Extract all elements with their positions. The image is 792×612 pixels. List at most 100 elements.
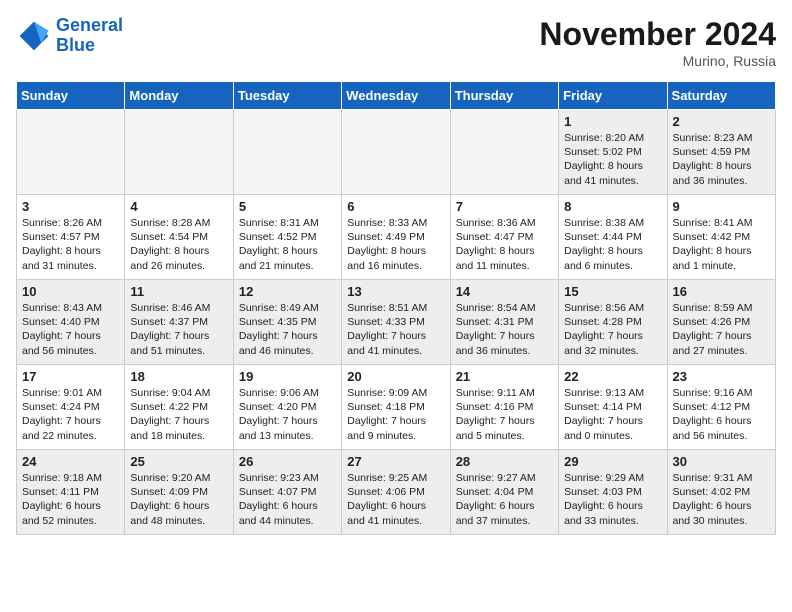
day-number: 2 — [673, 114, 770, 129]
day-number: 3 — [22, 199, 119, 214]
calendar-cell: 9 Sunrise: 8:41 AM Sunset: 4:42 PM Daylig… — [667, 195, 775, 280]
day-info: Sunrise: 8:59 AM Sunset: 4:26 PM Dayligh… — [673, 301, 770, 358]
day-number: 25 — [130, 454, 227, 469]
day-number: 14 — [456, 284, 553, 299]
day-info: Sunrise: 9:20 AM Sunset: 4:09 PM Dayligh… — [130, 471, 227, 528]
calendar-week-4: 17 Sunrise: 9:01 AM Sunset: 4:24 PM Dayli… — [17, 365, 776, 450]
day-info: Sunrise: 9:09 AM Sunset: 4:18 PM Dayligh… — [347, 386, 444, 443]
day-number: 18 — [130, 369, 227, 384]
title-block: November 2024 Murino, Russia — [539, 16, 776, 69]
weekday-header-saturday: Saturday — [667, 82, 775, 110]
day-info: Sunrise: 8:28 AM Sunset: 4:54 PM Dayligh… — [130, 216, 227, 273]
day-number: 13 — [347, 284, 444, 299]
calendar-week-2: 3 Sunrise: 8:26 AM Sunset: 4:57 PM Daylig… — [17, 195, 776, 280]
calendar-cell — [17, 110, 125, 195]
weekday-header-wednesday: Wednesday — [342, 82, 450, 110]
page-header: General Blue November 2024 Murino, Russi… — [16, 16, 776, 69]
day-number: 22 — [564, 369, 661, 384]
calendar-cell: 30 Sunrise: 9:31 AM Sunset: 4:02 PM Dayli… — [667, 450, 775, 535]
day-info: Sunrise: 8:33 AM Sunset: 4:49 PM Dayligh… — [347, 216, 444, 273]
calendar-cell: 20 Sunrise: 9:09 AM Sunset: 4:18 PM Dayli… — [342, 365, 450, 450]
calendar-cell: 2Sunrise: 8:23 AM Sunset: 4:59 PM Daylig… — [667, 110, 775, 195]
day-info: Sunrise: 9:04 AM Sunset: 4:22 PM Dayligh… — [130, 386, 227, 443]
day-info: Sunrise: 9:31 AM Sunset: 4:02 PM Dayligh… — [673, 471, 770, 528]
weekday-header-sunday: Sunday — [17, 82, 125, 110]
calendar-cell: 12 Sunrise: 8:49 AM Sunset: 4:35 PM Dayli… — [233, 280, 341, 365]
logo: General Blue — [16, 16, 123, 56]
day-number: 30 — [673, 454, 770, 469]
day-info: Sunrise: 8:43 AM Sunset: 4:40 PM Dayligh… — [22, 301, 119, 358]
day-number: 9 — [673, 199, 770, 214]
day-info: Sunrise: 8:54 AM Sunset: 4:31 PM Dayligh… — [456, 301, 553, 358]
weekday-header-tuesday: Tuesday — [233, 82, 341, 110]
day-info: Sunrise: 9:16 AM Sunset: 4:12 PM Dayligh… — [673, 386, 770, 443]
calendar-cell — [342, 110, 450, 195]
day-number: 6 — [347, 199, 444, 214]
day-info: Sunrise: 8:46 AM Sunset: 4:37 PM Dayligh… — [130, 301, 227, 358]
calendar-cell: 26Sunrise: 9:23 AM Sunset: 4:07 PM Dayli… — [233, 450, 341, 535]
day-info: Sunrise: 9:06 AM Sunset: 4:20 PM Dayligh… — [239, 386, 336, 443]
day-number: 11 — [130, 284, 227, 299]
month-title: November 2024 — [539, 16, 776, 53]
day-number: 16 — [673, 284, 770, 299]
day-number: 4 — [130, 199, 227, 214]
day-info: Sunrise: 9:29 AM Sunset: 4:03 PM Dayligh… — [564, 471, 661, 528]
day-number: 10 — [22, 284, 119, 299]
logo-text: General Blue — [56, 16, 123, 56]
calendar-cell — [125, 110, 233, 195]
calendar-week-3: 10 Sunrise: 8:43 AM Sunset: 4:40 PM Dayli… — [17, 280, 776, 365]
day-info: Sunrise: 8:49 AM Sunset: 4:35 PM Dayligh… — [239, 301, 336, 358]
day-info: Sunrise: 9:01 AM Sunset: 4:24 PM Dayligh… — [22, 386, 119, 443]
calendar-cell: 13 Sunrise: 8:51 AM Sunset: 4:33 PM Dayli… — [342, 280, 450, 365]
calendar-header-row: SundayMondayTuesdayWednesdayThursdayFrid… — [17, 82, 776, 110]
day-info: Sunrise: 8:20 AM Sunset: 5:02 PM Dayligh… — [564, 131, 661, 188]
day-info: Sunrise: 8:36 AM Sunset: 4:47 PM Dayligh… — [456, 216, 553, 273]
day-info: Sunrise: 8:56 AM Sunset: 4:28 PM Dayligh… — [564, 301, 661, 358]
calendar-cell: 14 Sunrise: 8:54 AM Sunset: 4:31 PM Dayli… — [450, 280, 558, 365]
logo-icon — [16, 18, 52, 54]
day-number: 5 — [239, 199, 336, 214]
day-info: Sunrise: 9:13 AM Sunset: 4:14 PM Dayligh… — [564, 386, 661, 443]
calendar-cell: 25 Sunrise: 9:20 AM Sunset: 4:09 PM Dayli… — [125, 450, 233, 535]
calendar-table: SundayMondayTuesdayWednesdayThursdayFrid… — [16, 81, 776, 535]
calendar-cell: 23 Sunrise: 9:16 AM Sunset: 4:12 PM Dayli… — [667, 365, 775, 450]
day-number: 23 — [673, 369, 770, 384]
calendar-cell: 11 Sunrise: 8:46 AM Sunset: 4:37 PM Dayli… — [125, 280, 233, 365]
day-info: Sunrise: 8:26 AM Sunset: 4:57 PM Dayligh… — [22, 216, 119, 273]
day-number: 1 — [564, 114, 661, 129]
day-number: 17 — [22, 369, 119, 384]
calendar-cell: 7 Sunrise: 8:36 AM Sunset: 4:47 PM Daylig… — [450, 195, 558, 280]
day-number: 20 — [347, 369, 444, 384]
calendar-cell: 10 Sunrise: 8:43 AM Sunset: 4:40 PM Dayli… — [17, 280, 125, 365]
day-info: Sunrise: 9:11 AM Sunset: 4:16 PM Dayligh… — [456, 386, 553, 443]
day-info: Sunrise: 8:51 AM Sunset: 4:33 PM Dayligh… — [347, 301, 444, 358]
weekday-header-monday: Monday — [125, 82, 233, 110]
calendar-cell: 8 Sunrise: 8:38 AM Sunset: 4:44 PM Daylig… — [559, 195, 667, 280]
location: Murino, Russia — [539, 53, 776, 69]
day-info: Sunrise: 8:38 AM Sunset: 4:44 PM Dayligh… — [564, 216, 661, 273]
calendar-cell: 16 Sunrise: 8:59 AM Sunset: 4:26 PM Dayli… — [667, 280, 775, 365]
day-number: 8 — [564, 199, 661, 214]
day-number: 29 — [564, 454, 661, 469]
calendar-cell: 15Sunrise: 8:56 AM Sunset: 4:28 PM Dayli… — [559, 280, 667, 365]
day-info: Sunrise: 8:41 AM Sunset: 4:42 PM Dayligh… — [673, 216, 770, 273]
day-info: Sunrise: 8:31 AM Sunset: 4:52 PM Dayligh… — [239, 216, 336, 273]
day-number: 21 — [456, 369, 553, 384]
day-info: Sunrise: 9:27 AM Sunset: 4:04 PM Dayligh… — [456, 471, 553, 528]
calendar-cell — [233, 110, 341, 195]
calendar-cell: 19Sunrise: 9:06 AM Sunset: 4:20 PM Dayli… — [233, 365, 341, 450]
calendar-cell: 29 Sunrise: 9:29 AM Sunset: 4:03 PM Dayli… — [559, 450, 667, 535]
day-number: 12 — [239, 284, 336, 299]
weekday-header-thursday: Thursday — [450, 82, 558, 110]
calendar-cell: 24Sunrise: 9:18 AM Sunset: 4:11 PM Dayli… — [17, 450, 125, 535]
calendar-week-5: 24Sunrise: 9:18 AM Sunset: 4:11 PM Dayli… — [17, 450, 776, 535]
calendar-cell: 22 Sunrise: 9:13 AM Sunset: 4:14 PM Dayli… — [559, 365, 667, 450]
calendar-week-1: 1 Sunrise: 8:20 AM Sunset: 5:02 PM Daylig… — [17, 110, 776, 195]
calendar-cell: 4 Sunrise: 8:28 AM Sunset: 4:54 PM Daylig… — [125, 195, 233, 280]
day-number: 7 — [456, 199, 553, 214]
day-info: Sunrise: 9:23 AM Sunset: 4:07 PM Dayligh… — [239, 471, 336, 528]
calendar-cell — [450, 110, 558, 195]
day-number: 24 — [22, 454, 119, 469]
day-info: Sunrise: 9:25 AM Sunset: 4:06 PM Dayligh… — [347, 471, 444, 528]
calendar-cell: 21 Sunrise: 9:11 AM Sunset: 4:16 PM Dayli… — [450, 365, 558, 450]
